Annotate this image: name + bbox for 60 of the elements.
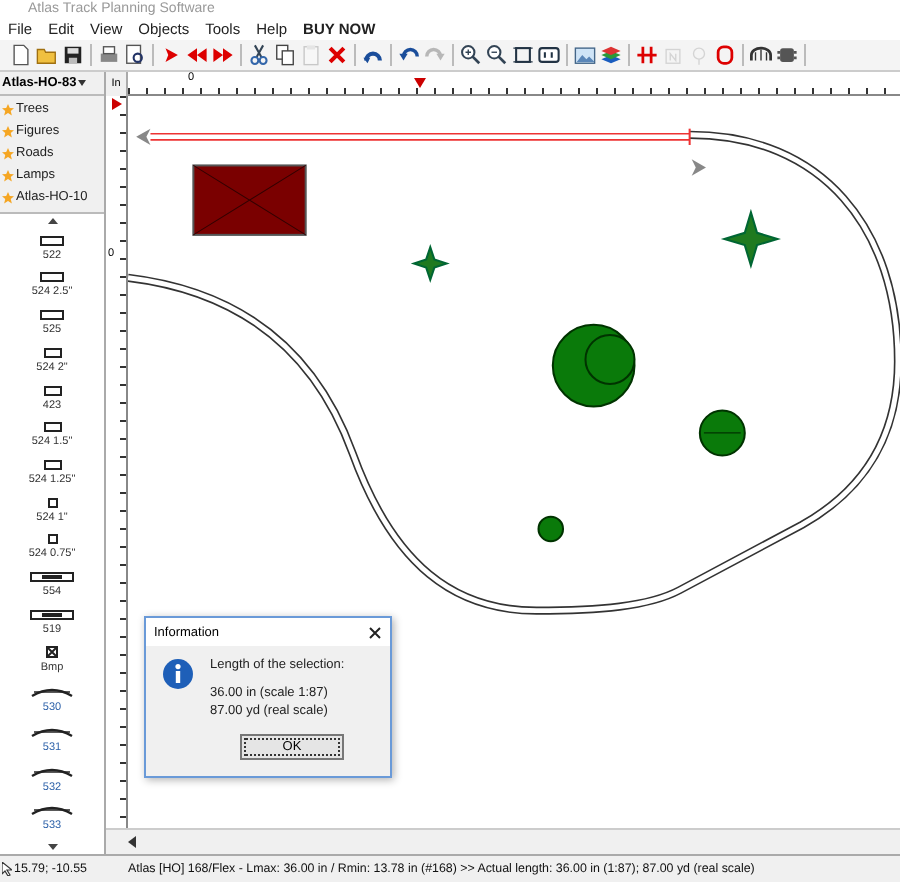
copy-icon[interactable] <box>274 44 296 66</box>
folder-icon[interactable] <box>36 44 58 66</box>
layers-icon[interactable] <box>600 44 622 66</box>
curved-track-icon <box>30 804 74 817</box>
straight-track-icon <box>43 385 61 396</box>
ruler-marker-icon <box>112 98 122 110</box>
straight-track-icon <box>40 272 64 283</box>
straight-track-icon <box>40 235 64 246</box>
rewind-icon[interactable] <box>186 44 208 66</box>
scroll-left-icon[interactable] <box>128 836 136 848</box>
curved-track-icon <box>30 765 74 778</box>
track-split-icon[interactable] <box>636 44 658 66</box>
direction-arrow-icon <box>691 159 706 176</box>
close-icon[interactable] <box>368 625 382 639</box>
star-icon <box>2 125 14 137</box>
building-drawing <box>192 164 307 236</box>
straight-track-icon <box>40 310 64 321</box>
save-icon[interactable] <box>62 44 84 66</box>
curved-track-icon <box>30 725 74 738</box>
straight-track-icon <box>43 347 61 358</box>
plant-drawing <box>720 208 781 270</box>
undo-icon[interactable] <box>398 44 420 66</box>
ring-icon[interactable] <box>714 44 736 66</box>
fit-frame-icon[interactable] <box>512 44 534 66</box>
scroll-up-icon[interactable] <box>47 218 57 224</box>
zoom-out-icon[interactable] <box>486 44 508 66</box>
delete-icon[interactable] <box>326 44 348 66</box>
tree-drawing <box>537 515 565 543</box>
direction-arrow-icon <box>136 128 151 145</box>
plant-drawing <box>410 243 450 284</box>
straight-track-icon <box>43 459 61 470</box>
play-icon[interactable] <box>160 44 182 66</box>
new-file-icon[interactable] <box>10 44 32 66</box>
info-icon <box>162 658 194 690</box>
star-icon <box>2 103 14 115</box>
print-preview-icon[interactable] <box>124 44 146 66</box>
curved-track-icon <box>30 686 74 699</box>
arch-icon[interactable] <box>750 44 772 66</box>
star-icon <box>2 169 14 181</box>
locomotive-icon[interactable] <box>776 44 798 66</box>
view-box-icon[interactable] <box>538 44 560 66</box>
picture-icon[interactable] <box>574 44 596 66</box>
tree-drawing <box>551 323 636 408</box>
straight-track-icon <box>30 609 74 620</box>
straight-track-icon <box>47 534 57 545</box>
straight-track-icon <box>30 572 74 583</box>
scroll-down-icon[interactable] <box>47 843 57 850</box>
cursor-icon <box>2 862 12 876</box>
bumper-track-icon <box>46 646 58 659</box>
caret-icon <box>78 80 87 86</box>
straight-track-icon <box>43 422 61 433</box>
ruler-marker-icon <box>414 78 426 88</box>
star-icon <box>2 191 14 203</box>
tree-drawing <box>698 409 746 457</box>
fast-forward-icon[interactable] <box>212 44 234 66</box>
star-icon <box>2 147 14 159</box>
straight-track-icon <box>47 497 57 508</box>
printer-icon[interactable] <box>98 44 120 66</box>
scissors-icon[interactable] <box>248 44 270 66</box>
zoom-in-icon[interactable] <box>460 44 482 66</box>
